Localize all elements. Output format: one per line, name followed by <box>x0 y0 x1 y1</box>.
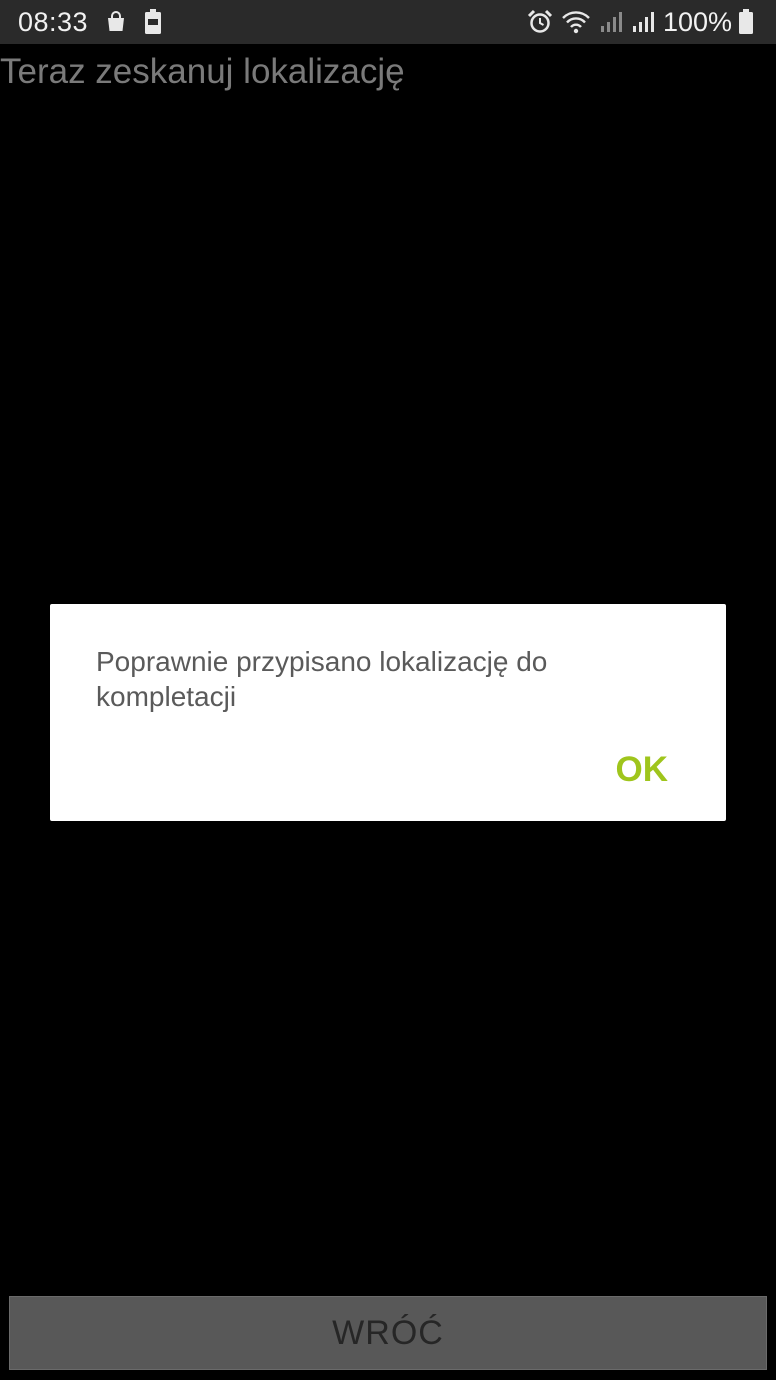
signal-icon <box>599 10 623 34</box>
battery-saver-icon <box>144 9 162 35</box>
status-bar: 08:33 100% <box>0 0 776 44</box>
shopping-bag-icon <box>104 10 128 34</box>
battery-percent: 100% <box>662 6 732 37</box>
status-right: 100% <box>527 7 762 38</box>
signal-strength-icon <box>631 10 655 34</box>
alarm-icon <box>527 9 553 35</box>
app-screen: 08:33 100% Teraz zeskanuj lokalizację Po… <box>0 0 776 1380</box>
battery-icon <box>738 9 754 35</box>
status-time: 08:33 <box>18 6 89 37</box>
dialog-message: Poprawnie przypisano lokalizację do komp… <box>96 646 548 712</box>
ok-button[interactable]: OK <box>602 746 683 794</box>
status-left: 08:33 <box>18 7 162 38</box>
back-button[interactable]: WRÓĆ <box>9 1296 767 1370</box>
wifi-icon <box>561 9 591 35</box>
alert-dialog: Poprawnie przypisano lokalizację do komp… <box>50 604 726 821</box>
